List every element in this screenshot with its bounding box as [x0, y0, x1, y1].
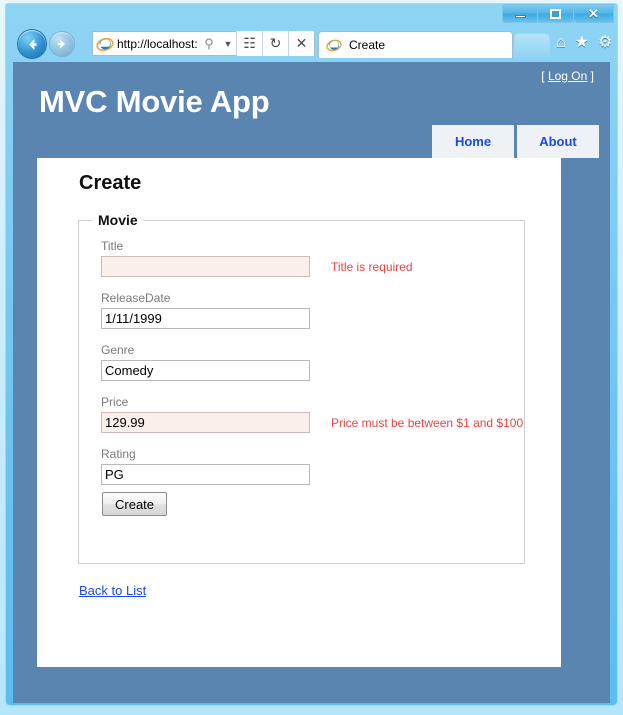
field-label-title: Title [101, 239, 124, 253]
back-to-list-link[interactable]: Back to List [79, 583, 146, 598]
navigation-toolbar: http://localhost: ⚲ ▼ ☷ ↻ ✕ Create ⌂ ★ ⚙ [5, 24, 618, 62]
field-genre: Genre [101, 343, 310, 381]
favorites-icon[interactable]: ★ [575, 35, 589, 51]
logon-link[interactable]: Log On [548, 69, 587, 83]
error-message-price: Price must be between $1 and $100 [331, 416, 524, 430]
field-rating: Rating [101, 447, 310, 485]
field-title: Title Title is required [101, 239, 413, 277]
forward-button[interactable] [49, 31, 75, 57]
forward-arrow-icon [58, 39, 65, 49]
refresh-button[interactable]: ↻ [262, 31, 288, 56]
tab-create[interactable]: Create [318, 31, 513, 58]
search-icon[interactable]: ⚲ [198, 36, 220, 52]
internet-explorer-icon [326, 37, 342, 53]
window-controls: ✕ [502, 4, 614, 23]
tools-icon[interactable]: ⚙ [598, 35, 612, 51]
minimize-icon [514, 15, 526, 18]
logon-suffix: ] [587, 69, 594, 83]
new-tab-button[interactable] [514, 33, 550, 58]
field-label-releasedate: ReleaseDate [101, 291, 171, 305]
compatibility-view-button[interactable]: ☷ [236, 31, 262, 56]
price-input[interactable] [101, 412, 310, 433]
tab-label: Create [349, 38, 386, 52]
stop-button[interactable]: ✕ [288, 31, 314, 56]
field-price: Price Price must be between $1 and $100 [101, 395, 523, 433]
nav-item-home[interactable]: Home [432, 125, 514, 158]
page-title: Create [79, 172, 142, 194]
url-text: http://localhost: [117, 36, 198, 51]
site-title: MVC Movie App [39, 84, 270, 119]
error-message-title: Title is required [331, 260, 413, 274]
maximize-icon [550, 8, 561, 19]
main-navigation: Home About [432, 125, 599, 158]
rating-input[interactable] [101, 464, 310, 485]
field-releasedate: ReleaseDate [101, 291, 310, 329]
field-label-price: Price [101, 395, 129, 409]
title-bar: ✕ [5, 3, 618, 25]
genre-input[interactable] [101, 360, 310, 381]
site-header: [ Log On ] MVC Movie App Home About [13, 62, 610, 158]
title-input[interactable] [101, 256, 310, 277]
internet-explorer-icon [96, 35, 114, 53]
close-button[interactable]: ✕ [574, 4, 614, 23]
nav-item-about[interactable]: About [517, 125, 599, 158]
minimize-button[interactable] [502, 4, 538, 23]
page-content: Create Movie Title Title is required Rel… [37, 158, 561, 667]
address-bar[interactable]: http://localhost: ⚲ ▼ ☷ ↻ ✕ [92, 31, 315, 56]
back-arrow-icon [28, 38, 36, 50]
fieldset-legend: Movie [93, 212, 143, 228]
maximize-button[interactable] [538, 4, 574, 23]
field-label-genre: Genre [101, 343, 135, 357]
create-submit-button[interactable]: Create [102, 492, 168, 516]
back-button[interactable] [17, 29, 47, 59]
releasedate-input[interactable] [101, 308, 310, 329]
browser-viewport: [ Log On ] MVC Movie App Home About Crea… [13, 62, 610, 703]
home-icon[interactable]: ⌂ [556, 35, 566, 51]
close-icon: ✕ [588, 6, 599, 21]
chevron-down-icon[interactable]: ▼ [220, 39, 236, 49]
field-label-rating: Rating [101, 447, 136, 461]
logon-area: [ Log On ] [541, 69, 594, 83]
logon-prefix: [ [541, 69, 548, 83]
browser-window: ✕ http://localhost: ⚲ ▼ ☷ ↻ ✕ Create ⌂ ★… [0, 0, 623, 715]
movie-fieldset: Movie Title Title is required ReleaseDat… [78, 212, 525, 564]
browser-toolbar-icons: ⌂ ★ ⚙ [556, 35, 612, 51]
